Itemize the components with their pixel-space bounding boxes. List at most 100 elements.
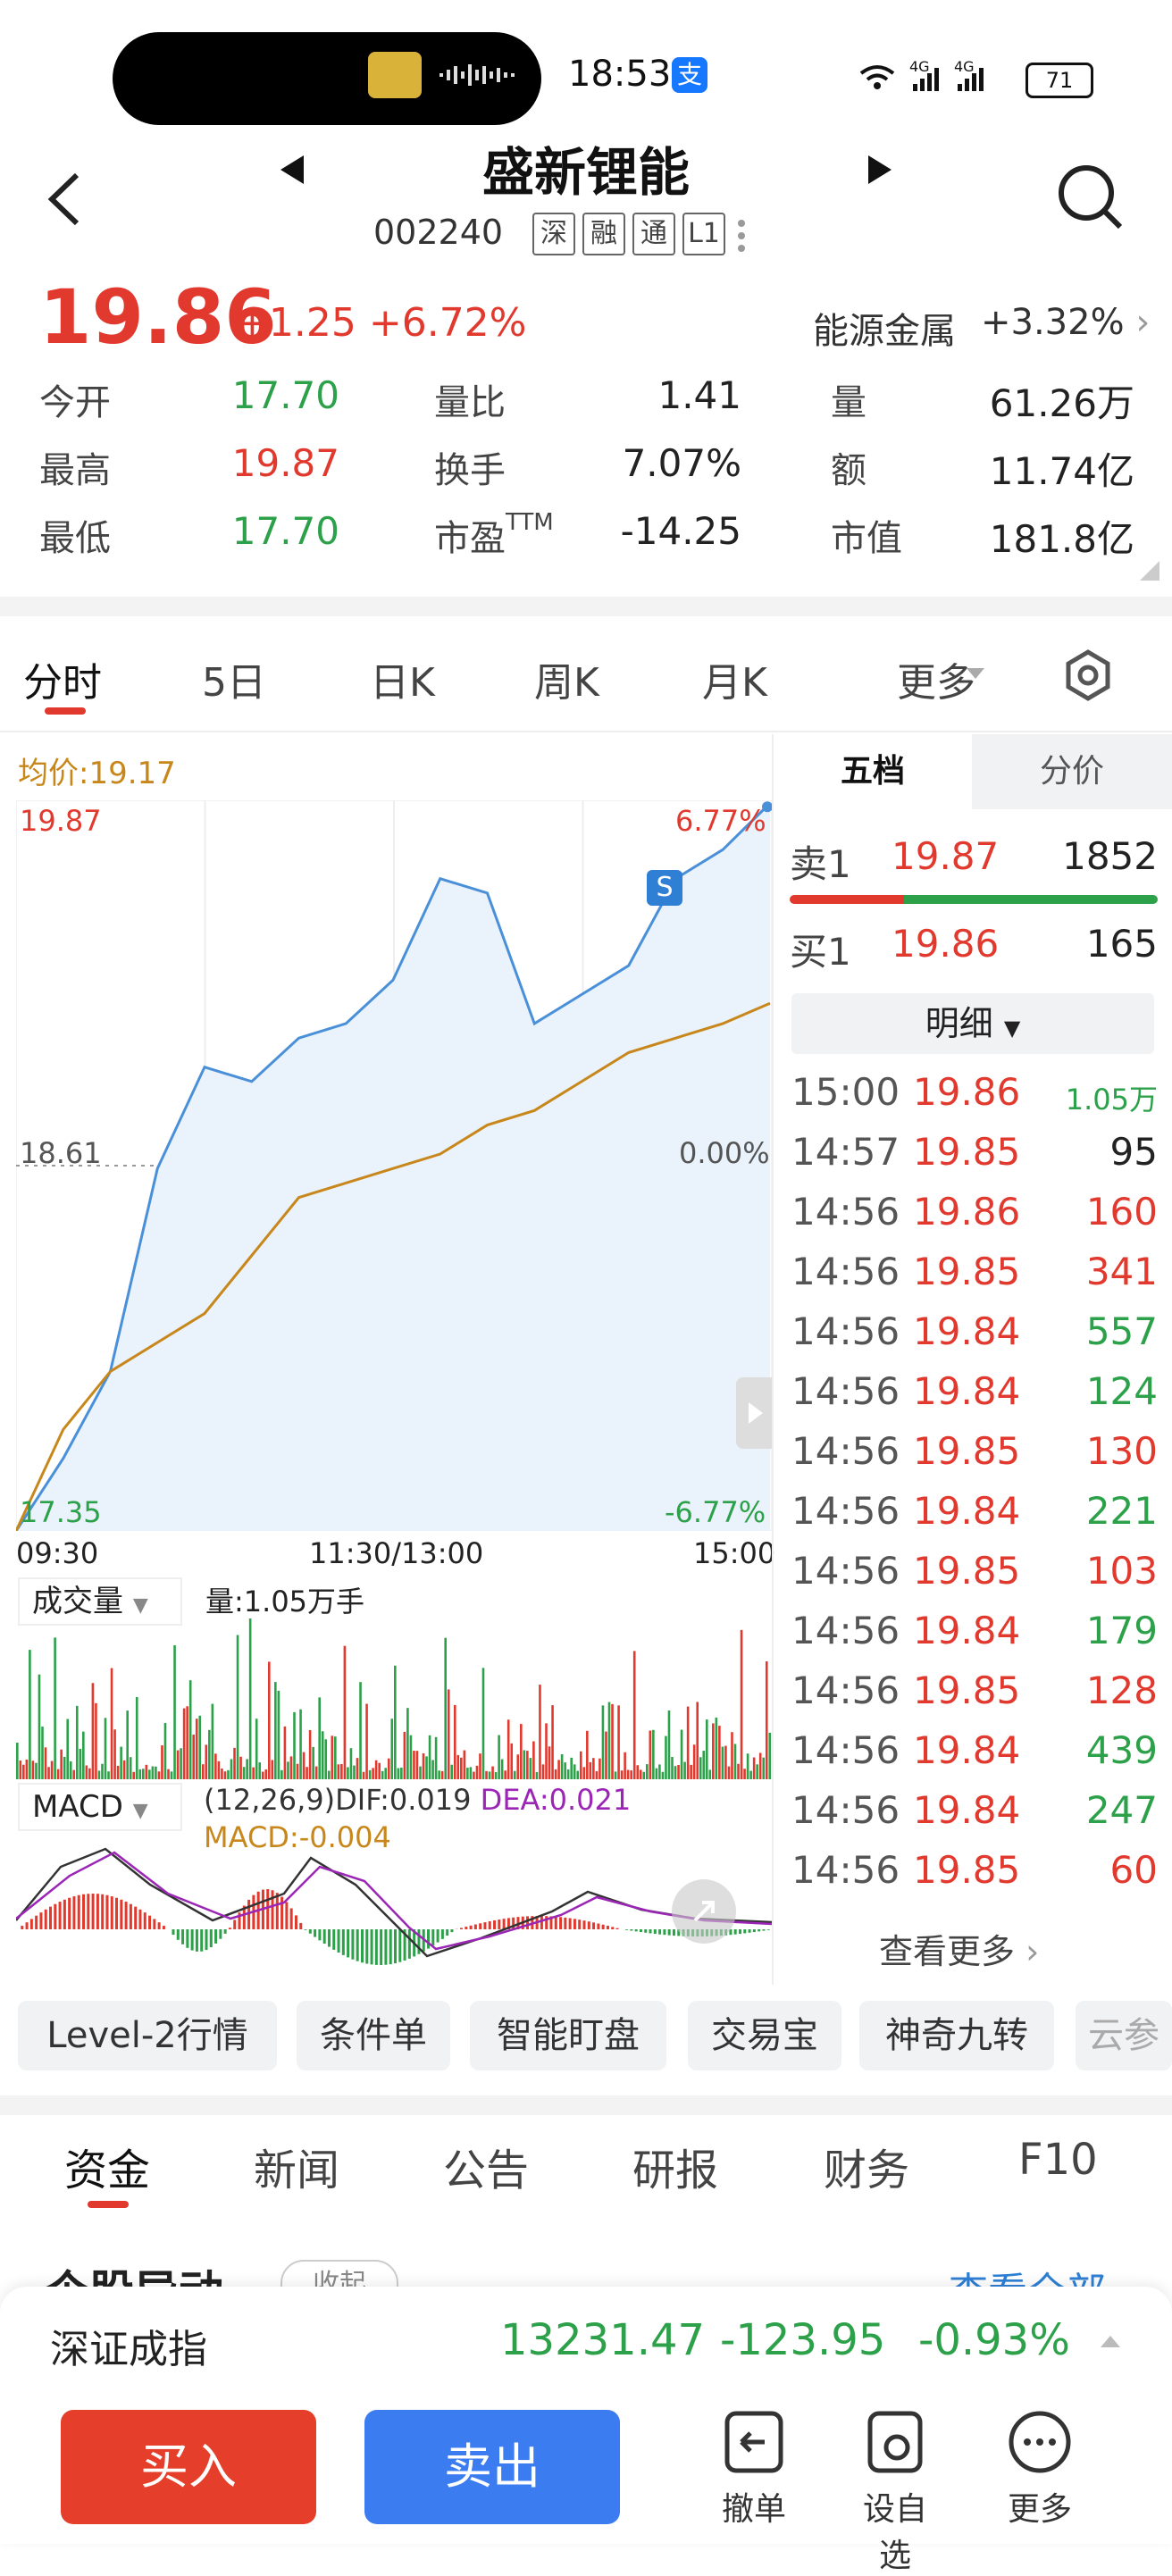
buy1-volume: 165 — [1027, 922, 1158, 966]
volume-bar — [482, 1668, 485, 1779]
macd-bar — [489, 1921, 491, 1929]
feature-chip[interactable]: 交易宝 — [688, 2001, 841, 2070]
chevron-right-icon: › — [1135, 302, 1150, 343]
buy-button[interactable]: 买入 — [61, 2410, 316, 2524]
macd-bar — [229, 1928, 231, 1929]
volume-bar — [687, 1707, 690, 1779]
tab-order-book[interactable]: 五档 — [774, 734, 972, 809]
chart-tab[interactable]: 日K — [370, 650, 435, 707]
volume-bar — [388, 1759, 390, 1779]
tick-price: 19.86 — [913, 1190, 1020, 1234]
macd-bar — [49, 1907, 52, 1929]
intraday-chart[interactable] — [16, 800, 772, 1531]
volume-bar — [464, 1751, 466, 1779]
volume-bar — [303, 1752, 306, 1779]
macd-bar — [503, 1919, 506, 1929]
macd-bar — [276, 1893, 279, 1929]
next-stock-icon[interactable] — [866, 154, 895, 186]
volume-bar — [309, 1730, 312, 1779]
chart-tab[interactable]: 分时 — [23, 650, 102, 707]
volume-bar — [86, 1765, 88, 1779]
macd-label: MACD — [32, 1789, 123, 1825]
chart-tab[interactable]: 更多 — [897, 650, 975, 707]
tick-time: 14:56 — [791, 1609, 900, 1652]
volume-bar — [212, 1704, 214, 1779]
more-dots-icon[interactable] — [736, 218, 747, 254]
info-tab[interactable]: 资金 — [64, 2135, 150, 2197]
macd-bar — [739, 1929, 741, 1934]
cancel-order-button[interactable]: 撤单 — [709, 2408, 799, 2542]
feature-chip[interactable]: 智能盯盘 — [470, 2001, 666, 2070]
quote-value: 7.07% — [572, 441, 741, 485]
sector-change[interactable]: +3.32% › — [981, 302, 1150, 343]
search-icon[interactable] — [1054, 161, 1126, 232]
volume-bar — [671, 1757, 674, 1779]
volume-bar — [29, 1650, 31, 1779]
tab-price-distribution[interactable]: 分价 — [972, 734, 1172, 809]
tick-volume: 60 — [1027, 1848, 1158, 1892]
volume-bar — [189, 1680, 192, 1779]
info-tab[interactable]: 公告 — [443, 2135, 529, 2197]
feature-chip[interactable]: 神奇九转 — [859, 2001, 1054, 2070]
signal-marker[interactable]: S — [647, 870, 682, 906]
info-tab[interactable]: 新闻 — [254, 2135, 339, 2197]
expand-panel-handle[interactable] — [736, 1377, 772, 1449]
add-watchlist-label: 设自选 — [850, 2483, 940, 2576]
tick-price: 19.85 — [913, 1429, 1020, 1473]
volume-bar — [41, 1727, 44, 1779]
quote-label: 今开 — [39, 373, 111, 425]
volume-bar — [164, 1723, 167, 1779]
fullscreen-button[interactable] — [672, 1879, 736, 1944]
volume-bar — [198, 1716, 201, 1779]
volume-bar — [126, 1710, 129, 1779]
volume-bar — [171, 1771, 173, 1779]
volume-bar — [570, 1758, 573, 1779]
view-more-ticks[interactable]: 查看更多 › — [879, 1924, 1039, 1973]
tick-volume: 341 — [1027, 1250, 1158, 1293]
volume-bar — [718, 1726, 721, 1779]
tick-price: 19.84 — [913, 1369, 1020, 1413]
chart-tab[interactable]: 5日 — [202, 650, 266, 707]
audio-wave-icon — [438, 63, 518, 88]
macd-bar — [460, 1928, 463, 1929]
macd-bar — [210, 1929, 213, 1947]
chart-tab[interactable]: 周K — [534, 650, 599, 707]
tick-time: 14:56 — [791, 1309, 900, 1353]
volume-bar — [66, 1719, 69, 1779]
volume-bar — [702, 1751, 705, 1779]
volume-bar — [208, 1730, 211, 1779]
chart-tab[interactable]: 月K — [702, 650, 767, 707]
volume-bar — [435, 1737, 438, 1779]
detail-dropdown[interactable]: 明细 ▼ — [791, 993, 1154, 1054]
sector-name[interactable]: 能源金属 — [813, 302, 956, 354]
info-tab[interactable]: 财务 — [824, 2135, 909, 2197]
macd-bar — [30, 1919, 33, 1929]
info-tab[interactable]: F10 — [1018, 2135, 1098, 2185]
add-watchlist-button[interactable]: 设自选 — [850, 2408, 940, 2542]
feature-chip[interactable]: 云参 — [1076, 2001, 1172, 2070]
volume-bar — [444, 1638, 447, 1779]
volume-bar — [130, 1757, 132, 1779]
settings-hex-icon[interactable] — [1061, 648, 1115, 702]
volume-bar — [340, 1764, 343, 1779]
index-name[interactable]: 深证成指 — [50, 2317, 207, 2374]
volume-bar — [384, 1768, 387, 1779]
info-tab[interactable]: 研报 — [632, 2135, 718, 2197]
volume-bar — [381, 1771, 384, 1779]
volume-bar — [646, 1764, 649, 1779]
macd-bar — [592, 1922, 595, 1929]
volume-bar — [278, 1691, 280, 1779]
volume-bar — [536, 1772, 539, 1779]
expand-up-icon[interactable] — [1099, 2333, 1122, 2349]
sell-button[interactable]: 卖出 — [364, 2410, 620, 2524]
tick-price: 19.85 — [913, 1250, 1020, 1293]
feature-chip[interactable]: 条件单 — [297, 2001, 450, 2070]
feature-chip[interactable]: Level-2行情 — [18, 2001, 277, 2070]
volume-bar — [105, 1718, 107, 1779]
macd-bar — [607, 1926, 609, 1929]
status-time: 18:53 — [568, 54, 671, 95]
volume-bar — [510, 1744, 513, 1779]
volume-bar — [173, 1645, 176, 1779]
more-actions-button[interactable]: 更多 — [995, 2408, 1084, 2542]
alipay-icon: 支 — [672, 57, 707, 93]
